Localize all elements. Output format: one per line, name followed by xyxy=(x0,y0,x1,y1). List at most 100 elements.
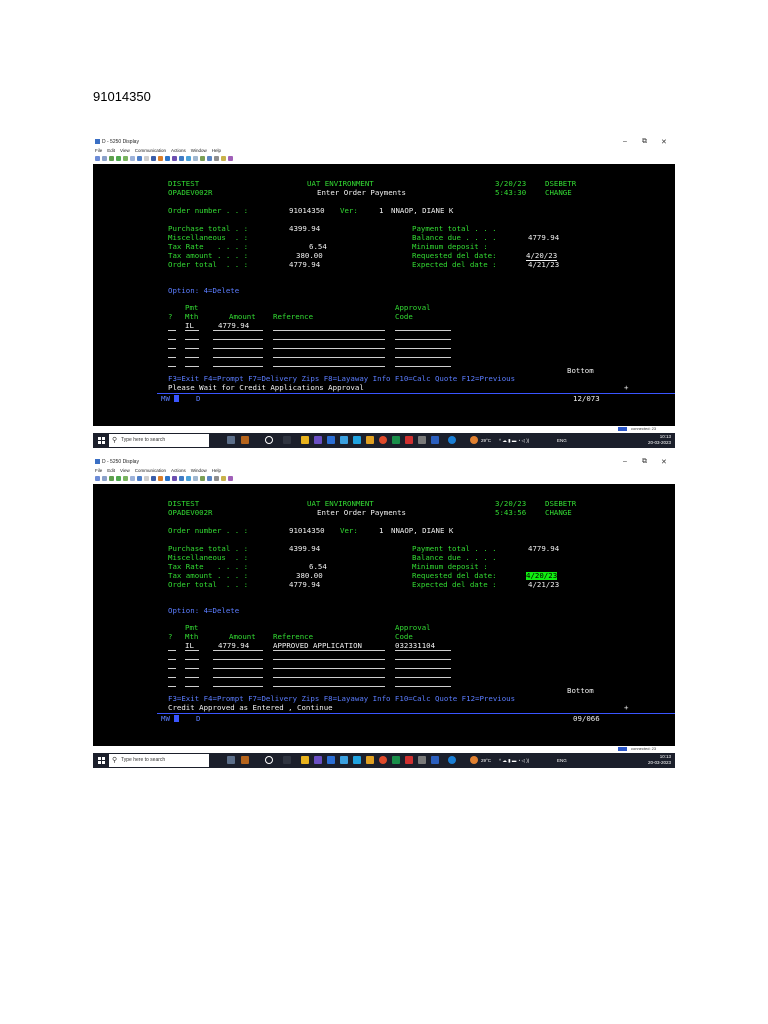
trace-icon[interactable] xyxy=(214,156,219,161)
cortana-icon[interactable] xyxy=(265,756,273,764)
menu-view[interactable]: View xyxy=(120,468,130,473)
input-field-underline[interactable] xyxy=(273,650,385,651)
input-field-underline[interactable] xyxy=(213,668,263,669)
input-field-underline[interactable] xyxy=(168,357,176,358)
input-field-underline[interactable] xyxy=(395,339,451,340)
menu-edit[interactable]: Edit xyxy=(107,468,115,473)
input-field-underline[interactable] xyxy=(273,366,385,367)
row1-method[interactable]: IL xyxy=(185,322,194,330)
file-explorer-icon[interactable] xyxy=(301,436,309,444)
input-field-underline[interactable] xyxy=(185,366,199,367)
status-icon[interactable] xyxy=(221,476,226,481)
menu-help[interactable]: Help xyxy=(212,148,221,153)
receive-icon[interactable] xyxy=(123,156,128,161)
macro-icon[interactable] xyxy=(151,156,156,161)
send-icon[interactable] xyxy=(116,156,121,161)
windows-start-icon[interactable] xyxy=(98,437,105,444)
chrome-icon[interactable] xyxy=(379,436,387,444)
outlook-icon[interactable] xyxy=(327,756,335,764)
input-field-underline[interactable] xyxy=(168,668,176,669)
menu-communication[interactable]: Communication xyxy=(135,148,166,153)
input-field-underline[interactable] xyxy=(273,348,385,349)
input-field-underline[interactable] xyxy=(395,659,451,660)
print-icon[interactable] xyxy=(95,156,100,161)
input-field-underline[interactable] xyxy=(168,339,176,340)
input-field-underline[interactable] xyxy=(273,357,385,358)
input-field-underline[interactable] xyxy=(168,686,176,687)
input-field-underline[interactable] xyxy=(395,668,451,669)
input-field-underline[interactable] xyxy=(185,668,199,669)
play-icon[interactable] xyxy=(165,156,170,161)
disconnect-icon[interactable] xyxy=(144,156,149,161)
task-view-icon[interactable] xyxy=(227,756,235,764)
briefcase-icon[interactable] xyxy=(241,756,249,764)
gear-icon[interactable] xyxy=(418,436,426,444)
excel-icon[interactable] xyxy=(392,436,400,444)
copy-icon[interactable] xyxy=(102,156,107,161)
input-field-underline[interactable] xyxy=(213,330,263,331)
input-field-underline[interactable] xyxy=(395,366,451,367)
task-view-icon[interactable] xyxy=(227,436,235,444)
input-field-underline[interactable] xyxy=(213,650,263,651)
settings-icon[interactable] xyxy=(186,156,191,161)
connect-icon[interactable] xyxy=(137,476,142,481)
input-field-underline[interactable] xyxy=(273,668,385,669)
input-field-underline[interactable] xyxy=(168,348,176,349)
input-field-underline[interactable] xyxy=(395,650,451,651)
help-icon[interactable] xyxy=(228,156,233,161)
edge-icon[interactable] xyxy=(448,436,456,444)
language-indicator[interactable]: ENG xyxy=(557,758,567,763)
row1-amount[interactable]: 4779.94 xyxy=(218,642,249,650)
minimize-button[interactable]: – xyxy=(623,458,627,465)
acrobat-icon[interactable] xyxy=(405,756,413,764)
input-field-underline[interactable] xyxy=(213,366,263,367)
input-field-underline[interactable] xyxy=(395,677,451,678)
input-field-underline[interactable] xyxy=(185,677,199,678)
color-icon[interactable] xyxy=(179,476,184,481)
mail-icon[interactable] xyxy=(340,756,348,764)
input-field-underline[interactable] xyxy=(185,650,199,651)
input-field-underline[interactable] xyxy=(213,339,263,340)
play-icon[interactable] xyxy=(165,476,170,481)
help-icon[interactable] xyxy=(228,476,233,481)
font-icon[interactable] xyxy=(207,476,212,481)
menu-communication[interactable]: Communication xyxy=(135,468,166,473)
disconnect-icon[interactable] xyxy=(144,476,149,481)
restore-button[interactable]: ⧉ xyxy=(642,458,647,466)
input-field-underline[interactable] xyxy=(168,650,176,651)
mail-icon[interactable] xyxy=(340,436,348,444)
taskbar-search[interactable]: ⚲ Type here to search xyxy=(109,434,209,447)
edge-icon[interactable] xyxy=(448,756,456,764)
display-icon[interactable] xyxy=(130,476,135,481)
input-field-underline[interactable] xyxy=(168,366,176,367)
minimize-button[interactable]: – xyxy=(623,138,627,145)
input-field-underline[interactable] xyxy=(395,330,451,331)
file-explorer-icon[interactable] xyxy=(301,756,309,764)
menu-help[interactable]: Help xyxy=(212,468,221,473)
teams-icon[interactable] xyxy=(314,436,322,444)
keyboard-icon[interactable] xyxy=(172,476,177,481)
receive-icon[interactable] xyxy=(123,476,128,481)
input-field-underline[interactable] xyxy=(185,686,199,687)
input-field-underline[interactable] xyxy=(395,348,451,349)
input-field-underline[interactable] xyxy=(185,339,199,340)
menu-actions[interactable]: Actions xyxy=(171,468,186,473)
input-field-underline[interactable] xyxy=(213,686,263,687)
trace-icon[interactable] xyxy=(214,476,219,481)
input-field-underline[interactable] xyxy=(273,677,385,678)
acrobat-icon[interactable] xyxy=(405,436,413,444)
terminal-screen[interactable]: DISTEST OPADEV002R UAT ENVIRONMENT Enter… xyxy=(93,164,675,426)
keyboard-icon[interactable] xyxy=(172,156,177,161)
terminal-screen[interactable]: DISTEST OPADEV002R UAT ENVIRONMENT Enter… xyxy=(93,484,675,746)
display-icon[interactable] xyxy=(130,156,135,161)
input-field-underline[interactable] xyxy=(213,348,263,349)
copy-icon[interactable] xyxy=(102,476,107,481)
transfer-icon[interactable] xyxy=(200,476,205,481)
folder-icon[interactable] xyxy=(366,436,374,444)
input-field-underline[interactable] xyxy=(168,677,176,678)
input-field-underline[interactable] xyxy=(395,686,451,687)
briefcase-icon[interactable] xyxy=(241,436,249,444)
menu-window[interactable]: Window xyxy=(191,148,207,153)
input-field-underline[interactable] xyxy=(168,330,176,331)
input-field-underline[interactable] xyxy=(185,357,199,358)
